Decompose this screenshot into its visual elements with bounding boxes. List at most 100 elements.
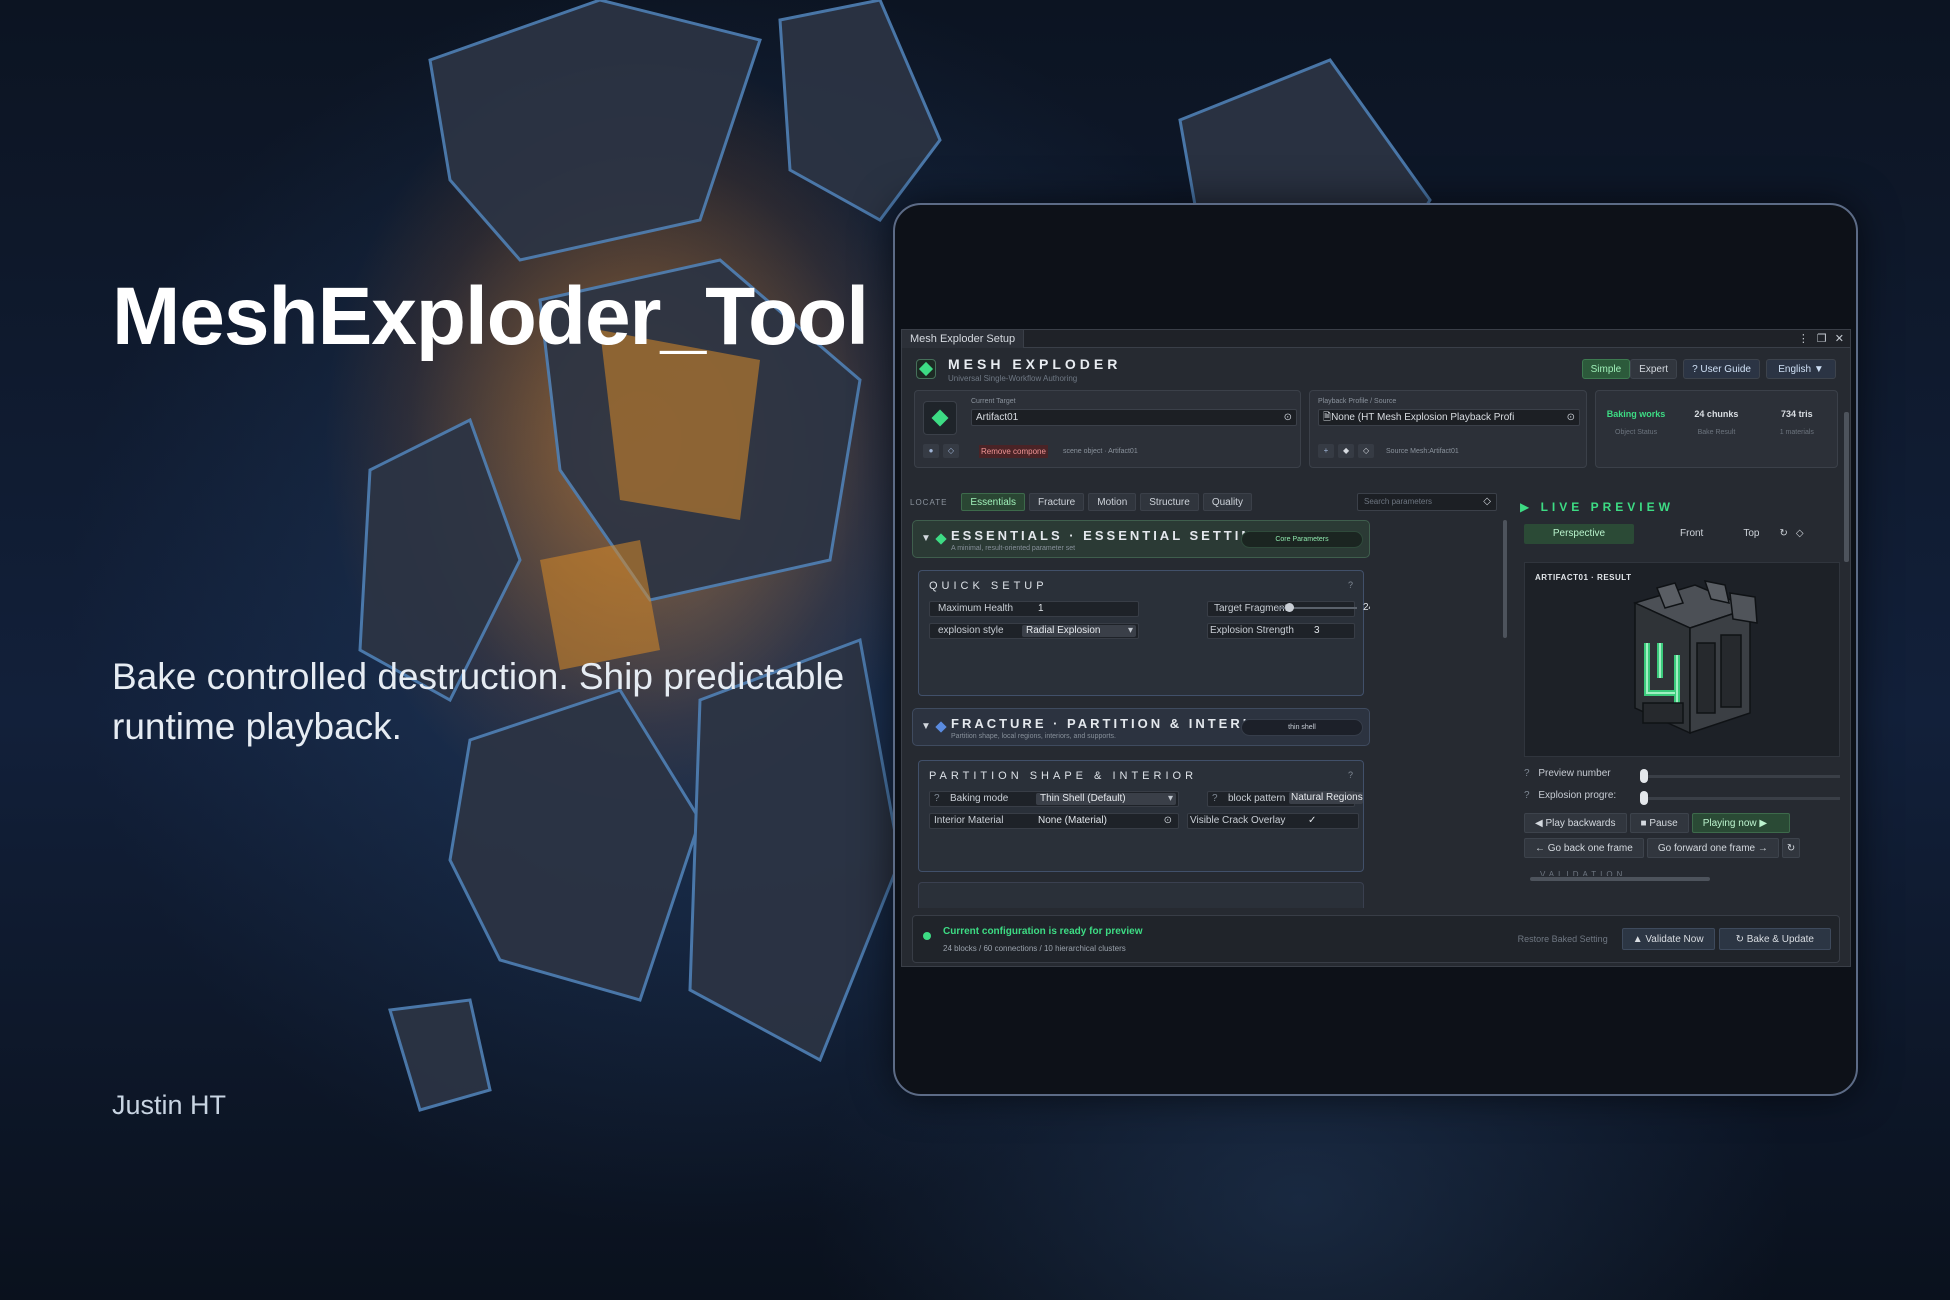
baking-mode-label: Baking mode: [950, 793, 1009, 804]
current-target-field[interactable]: Artifact01 ⊙: [971, 409, 1297, 426]
more-menu-icon[interactable]: ⋮: [1798, 332, 1809, 345]
fracture-title: FRACTURE · PARTITION & INTERIORS: [951, 716, 1287, 731]
view-top-tab[interactable]: Top: [1729, 524, 1773, 544]
playback-profile-panel: Playback Profile / Source 🗎None (HT Mesh…: [1309, 390, 1587, 468]
explosion-progress-label: Explosion progre:: [1538, 790, 1617, 801]
playback-controls: ◀ Play backwards ■ Pause Playing now ▶: [1524, 813, 1790, 833]
explosion-progress-track[interactable]: [1644, 797, 1840, 800]
max-health-value: 1: [1038, 603, 1044, 614]
back-one-frame-button[interactable]: ← Go back one frame: [1524, 838, 1644, 858]
stat-value: 734 tris: [1781, 409, 1813, 419]
essentials-section-header[interactable]: ▼ ESSENTIALS · ESSENTIAL SETTINGS A mini…: [912, 520, 1370, 558]
status-title: Current configuration is ready for previ…: [943, 926, 1143, 937]
validate-now-button[interactable]: ▲ Validate Now: [1621, 928, 1715, 950]
stat-key: Bake Result: [1697, 429, 1736, 436]
tab-motion[interactable]: Motion: [1088, 493, 1137, 511]
view-tabs: Perspective Front Top ↻ ◇: [1524, 524, 1806, 544]
playback-profile-label: Playback Profile / Source: [1318, 398, 1397, 405]
search-input[interactable]: Search parameters ◇: [1357, 493, 1497, 511]
explosion-progress-knob[interactable]: [1640, 791, 1648, 805]
reset-view-icon[interactable]: ↻: [1775, 524, 1791, 544]
collapse-caret-icon[interactable]: ▼: [921, 533, 931, 544]
preview-number-knob[interactable]: [1640, 769, 1648, 783]
tab-structure[interactable]: Structure: [1140, 493, 1199, 511]
target-row: Current Target Artifact01 ⊙ ● ◇ Remove c…: [902, 390, 1850, 468]
help-icon[interactable]: ?: [1348, 580, 1353, 590]
file-icon: 🗎: [1323, 412, 1332, 423]
help-icon[interactable]: ?: [1348, 770, 1353, 780]
window-tab[interactable]: Mesh Exploder Setup: [902, 329, 1025, 348]
hero-subtitle: Bake controlled destruction. Ship predic…: [112, 656, 845, 747]
stat-value: 24 chunks: [1694, 409, 1739, 419]
quick-setup-card: QUICK SETUP ? Maximum Health 1 Target Fr…: [918, 570, 1370, 696]
collapse-caret-icon[interactable]: ▼: [921, 721, 931, 732]
right-scrollbar[interactable]: [1844, 412, 1849, 562]
loop-icon[interactable]: ↻: [1781, 838, 1801, 858]
slider-knob[interactable]: [1285, 603, 1294, 612]
play-backwards-button[interactable]: ◀ Play backwards: [1524, 813, 1627, 833]
fracture-subtitle: Partition shape, local regions, interior…: [951, 733, 1116, 740]
mode-simple-button[interactable]: Simple: [1581, 359, 1631, 379]
fracture-section-header[interactable]: ▼ FRACTURE · PARTITION & INTERIORS Parti…: [912, 708, 1370, 746]
explosion-style-field[interactable]: explosion style Radial Explosion: [929, 623, 1139, 639]
playback-profile-field[interactable]: 🗎None (HT Mesh Explosion Playback Profi …: [1318, 409, 1581, 426]
view-front-tab[interactable]: Front: [1666, 524, 1717, 544]
search-diamond-icon[interactable]: ◇: [1483, 494, 1491, 510]
target-fragments-slider-track[interactable]: 24: [1277, 601, 1370, 617]
preview-number-track[interactable]: [1644, 775, 1840, 778]
hero-author: Justin HT: [112, 1090, 227, 1120]
ping-icon[interactable]: ●: [923, 444, 939, 458]
crack-overlay-checkbox[interactable]: ✓: [1308, 814, 1316, 828]
material-picker-icon[interactable]: ⊙: [1164, 814, 1172, 828]
language-dropdown[interactable]: English ▼: [1766, 359, 1836, 379]
help-icon[interactable]: ?: [934, 792, 940, 806]
help-icon[interactable]: ?: [1524, 790, 1530, 801]
remove-component-button[interactable]: Remove compone: [979, 445, 1048, 458]
crack-overlay-field[interactable]: Visible Crack Overlay ✓: [1187, 813, 1359, 829]
left-scrollbar[interactable]: [1503, 520, 1507, 638]
fill-diamond-icon[interactable]: ◆: [1338, 444, 1355, 458]
view-perspective-tab[interactable]: Perspective: [1524, 524, 1634, 544]
bake-stats-panel: Baking works Object Status 24 chunks Bak…: [1594, 390, 1838, 468]
object-picker-icon[interactable]: ⊙: [1284, 410, 1292, 425]
preview-hscroll[interactable]: [1524, 876, 1840, 882]
tab-fracture[interactable]: Fracture: [1029, 493, 1085, 511]
restore-baked-setting-button[interactable]: Restore Baked Setting: [1508, 928, 1618, 950]
core-parameters-badge: Core Parameters: [1241, 531, 1363, 548]
partition-shape-title: PARTITION SHAPE & INTERIOR: [929, 770, 1198, 782]
forward-one-frame-button[interactable]: Go forward one frame →: [1646, 838, 1779, 858]
outline-diamond-icon[interactable]: ◇: [1358, 444, 1375, 458]
baking-mode-field[interactable]: ? Baking mode Thin Shell (Default): [929, 791, 1179, 807]
explosion-strength-field[interactable]: Explosion Strength 3: [1207, 623, 1355, 639]
hero-title: MeshExploder_Tool: [112, 271, 869, 362]
add-profile-icon[interactable]: +: [1318, 444, 1335, 458]
stat-key: 1 materials: [1779, 429, 1814, 436]
interior-material-field[interactable]: Interior Material None (Material) ⊙: [929, 813, 1179, 829]
close-icon[interactable]: ✕: [1835, 332, 1844, 345]
maximize-icon[interactable]: ❐: [1817, 332, 1827, 345]
tab-essentials[interactable]: Essentials: [961, 493, 1025, 511]
help-icon[interactable]: ?: [1524, 768, 1530, 779]
diamond-view-icon[interactable]: ◇: [1794, 524, 1806, 544]
section-diamond-icon: [935, 721, 947, 733]
block-pattern-label: block pattern: [1228, 793, 1286, 804]
baking-mode-dropdown[interactable]: Thin Shell (Default): [1036, 793, 1176, 805]
mode-expert-button[interactable]: Expert: [1630, 359, 1678, 379]
help-icon[interactable]: ?: [1212, 792, 1218, 806]
bake-update-button[interactable]: ↻ Bake & Update: [1718, 928, 1831, 950]
stat-key: Object Status: [1615, 429, 1658, 436]
target-fragments-value: 24: [1363, 602, 1370, 613]
preview-number-label: Preview number: [1538, 768, 1611, 779]
max-health-field[interactable]: Maximum Health 1: [929, 601, 1139, 617]
user-guide-button[interactable]: ? User Guide: [1683, 359, 1760, 379]
tab-quality[interactable]: Quality: [1202, 493, 1252, 511]
block-pattern-dropdown[interactable]: Natural Regions (Default: [1289, 791, 1363, 807]
pause-button[interactable]: ■ Pause: [1629, 813, 1689, 833]
explosion-style-dropdown[interactable]: Radial Explosion: [1022, 625, 1136, 637]
profile-picker-icon[interactable]: ⊙: [1566, 410, 1576, 425]
block-pattern-value: Natural Regions (Default: [1289, 792, 1363, 804]
preview-viewport[interactable]: ARTIFACT01 · RESULT: [1524, 562, 1840, 757]
crack-overlay-label: Visible Crack Overlay: [1190, 815, 1286, 826]
select-icon[interactable]: ◇: [943, 444, 959, 458]
playing-now-button[interactable]: Playing now ▶: [1691, 813, 1790, 833]
